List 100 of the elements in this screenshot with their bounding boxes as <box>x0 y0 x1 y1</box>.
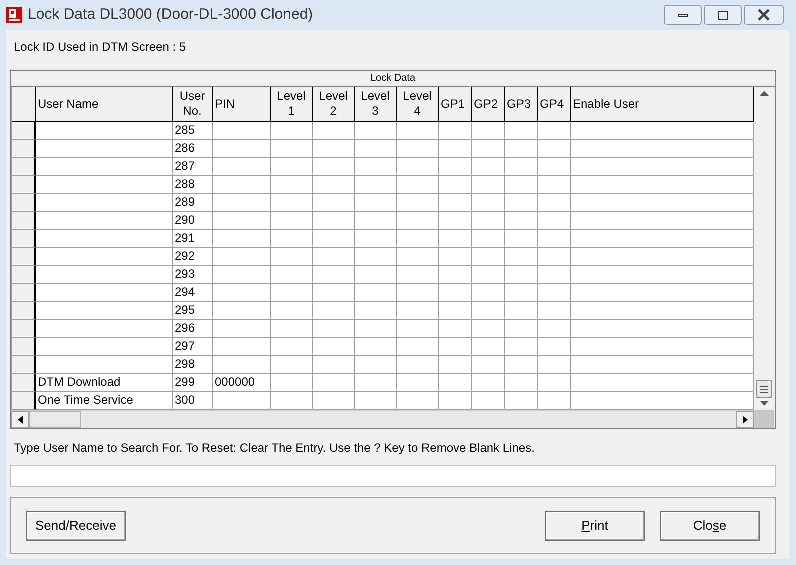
table-cell <box>505 122 538 140</box>
row-header[interactable] <box>12 320 36 338</box>
table-cell <box>313 302 355 320</box>
row-header[interactable] <box>12 230 36 248</box>
table-cell <box>397 194 439 212</box>
table-cell <box>505 320 538 338</box>
table-cell <box>439 230 472 248</box>
table-cell <box>271 284 313 302</box>
table-cell <box>439 338 472 356</box>
table-cell: 297 <box>173 338 213 356</box>
table-cell <box>472 302 505 320</box>
row-header[interactable] <box>12 302 36 320</box>
lock-id-label: Lock ID Used in DTM Screen : 5 <box>14 39 188 56</box>
table-cell <box>439 356 472 374</box>
minimize-button[interactable] <box>664 5 702 25</box>
table-cell <box>355 374 397 392</box>
table-cell <box>505 140 538 158</box>
table-cell <box>397 374 439 392</box>
dialog-button[interactable]: Close <box>660 510 760 540</box>
column-header: GP4 <box>538 87 571 122</box>
table-cell <box>271 194 313 212</box>
table-cell: 300 <box>173 392 213 410</box>
horizontal-scrollbar[interactable] <box>11 410 754 428</box>
scroll-right-icon[interactable] <box>742 416 748 424</box>
table-cell <box>538 392 571 410</box>
row-header[interactable] <box>12 374 36 392</box>
table-cell <box>439 392 472 410</box>
table-cell <box>538 284 571 302</box>
table-cell <box>213 320 271 338</box>
table-cell <box>355 176 397 194</box>
column-header: GP1 <box>439 87 472 122</box>
column-header: Level 1 <box>271 87 313 122</box>
table-cell <box>313 356 355 374</box>
table-cell <box>505 230 538 248</box>
table-cell <box>538 374 571 392</box>
table-cell <box>538 248 571 266</box>
table-cell: 294 <box>173 284 213 302</box>
table-cell <box>472 320 505 338</box>
table-cell <box>313 392 355 410</box>
column-header: GP3 <box>505 87 538 122</box>
table-cell <box>397 338 439 356</box>
table-cell: 290 <box>173 212 213 230</box>
row-header[interactable] <box>12 356 36 374</box>
table-cell <box>313 338 355 356</box>
table-cell <box>313 248 355 266</box>
row-header[interactable] <box>12 392 36 410</box>
table-cell <box>313 320 355 338</box>
table-cell <box>355 248 397 266</box>
table-cell: 287 <box>173 158 213 176</box>
search-field[interactable] <box>10 465 776 487</box>
row-header[interactable] <box>12 194 36 212</box>
table-cell <box>472 284 505 302</box>
column-header: Level 2 <box>313 87 355 122</box>
table-cell <box>538 158 571 176</box>
table-cell <box>213 248 271 266</box>
row-header[interactable] <box>12 284 36 302</box>
row-header[interactable] <box>12 122 36 140</box>
row-header[interactable] <box>12 140 36 158</box>
table-cell <box>355 392 397 410</box>
table-cell <box>355 230 397 248</box>
scroll-up-icon[interactable] <box>760 91 768 96</box>
table-cell <box>397 158 439 176</box>
table-cell <box>439 374 472 392</box>
table-cell <box>313 194 355 212</box>
table-cell <box>505 356 538 374</box>
table-cell: 293 <box>173 266 213 284</box>
table-cell <box>472 176 505 194</box>
scroll-down-icon[interactable] <box>760 401 768 406</box>
table-cell <box>271 356 313 374</box>
vertical-scrollbar[interactable] <box>754 87 774 410</box>
row-header[interactable] <box>12 338 36 356</box>
window-title: Lock Data DL3000 (Door-DL-3000 Cloned) <box>28 4 314 25</box>
table-cell <box>355 284 397 302</box>
row-header[interactable] <box>12 158 36 176</box>
table-cell <box>472 248 505 266</box>
dialog-button[interactable]: Send/Receive <box>26 510 126 540</box>
table-cell <box>397 248 439 266</box>
table-cell <box>472 374 505 392</box>
maximize-button[interactable] <box>704 5 742 25</box>
table-cell <box>538 122 571 140</box>
table-cell <box>355 194 397 212</box>
table-cell <box>505 212 538 230</box>
row-header[interactable] <box>12 212 36 230</box>
table-cell <box>313 374 355 392</box>
table-cell <box>439 212 472 230</box>
table-cell <box>439 266 472 284</box>
row-header[interactable] <box>12 176 36 194</box>
table-cell <box>472 122 505 140</box>
close-button[interactable] <box>744 5 784 25</box>
table-cell <box>505 176 538 194</box>
row-header[interactable] <box>12 248 36 266</box>
scroll-left-icon[interactable] <box>18 416 22 424</box>
column-header: Enable User <box>571 87 754 122</box>
table-cell <box>313 212 355 230</box>
table-cell <box>472 392 505 410</box>
table-cell <box>271 374 313 392</box>
table-cell <box>538 320 571 338</box>
dialog-button[interactable]: Print <box>545 510 645 540</box>
table-cell <box>271 302 313 320</box>
row-header[interactable] <box>12 266 36 284</box>
